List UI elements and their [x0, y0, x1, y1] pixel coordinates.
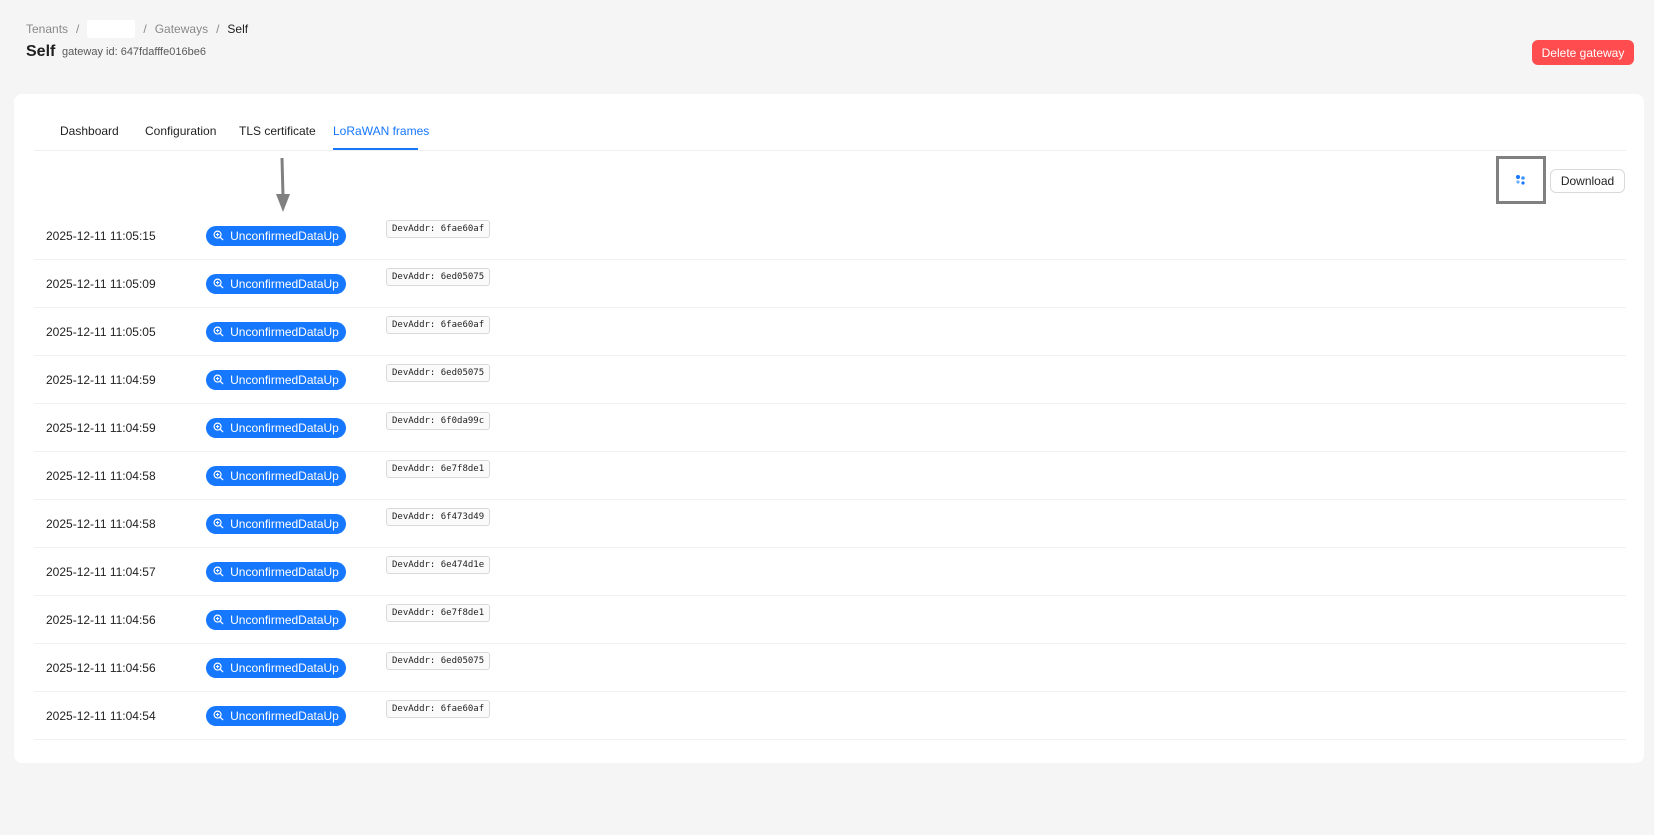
- breadcrumb-tenant-name[interactable]: [87, 20, 136, 38]
- frame-type-button[interactable]: UnconfirmedDataUp: [206, 657, 346, 678]
- frame-row: 2025-12-11 11:04:59 UnconfirmedDataUp DevA…: [34, 356, 1626, 404]
- frame-row: 2025-12-11 11:05:05 UnconfirmedDataUp DevA…: [34, 308, 1626, 356]
- zoom-in-icon: [213, 662, 224, 673]
- frame-type-button[interactable]: UnconfirmedDataUp: [206, 513, 346, 534]
- frame-time: 2025-12-11 11:04:56: [46, 660, 156, 675]
- frame-time: 2025-12-11 11:05:15: [46, 228, 156, 243]
- devaddr-tag: DevAddr: 6f0da99c: [386, 412, 491, 430]
- frame-time: 2025-12-11 11:04:58: [46, 468, 156, 483]
- breadcrumb-separator: /: [143, 22, 147, 36]
- zoom-in-icon: [213, 374, 224, 385]
- devaddr-tag: DevAddr: 6e474d1e: [386, 556, 491, 574]
- devaddr-tag: DevAddr: 6ed05075: [386, 652, 491, 670]
- devaddr-tag: DevAddr: 6fae60af: [386, 316, 491, 334]
- zoom-in-icon: [213, 326, 224, 337]
- frame-time: 2025-12-11 11:04:59: [46, 372, 156, 387]
- download-button[interactable]: Download: [1550, 169, 1625, 193]
- frame-row: 2025-12-11 11:04:56 UnconfirmedDataUp DevA…: [34, 596, 1626, 644]
- devaddr-tag: DevAddr: 6e7f8de1: [386, 460, 491, 478]
- frame-row: 2025-12-11 11:04:56 UnconfirmedDataUp DevA…: [34, 644, 1626, 692]
- frame-type-label: UnconfirmedDataUp: [230, 468, 339, 483]
- page-title: Self: [26, 43, 56, 60]
- gateway-card: Dashboard Configuration TLS certificate …: [14, 94, 1644, 763]
- frame-type-label: UnconfirmedDataUp: [230, 324, 339, 339]
- frame-type-button[interactable]: UnconfirmedDataUp: [206, 609, 346, 630]
- zoom-in-icon: [213, 710, 224, 721]
- frame-type-label: UnconfirmedDataUp: [230, 276, 339, 291]
- frame-type-button[interactable]: UnconfirmedDataUp: [206, 465, 346, 486]
- frame-row: 2025-12-11 11:04:59 UnconfirmedDataUp DevA…: [34, 404, 1626, 452]
- frame-time: 2025-12-11 11:04:59: [46, 420, 156, 435]
- frame-type-button[interactable]: UnconfirmedDataUp: [206, 417, 346, 438]
- frame-time: 2025-12-11 11:05:09: [46, 276, 156, 291]
- frame-type-label: UnconfirmedDataUp: [230, 708, 339, 723]
- devaddr-tag: DevAddr: 6fae60af: [386, 220, 491, 238]
- devaddr-tag: DevAddr: 6e7f8de1: [386, 604, 491, 622]
- frames-list: 2025-12-11 11:05:15 UnconfirmedDataUp DevA…: [34, 212, 1626, 740]
- frame-time: 2025-12-11 11:04:57: [46, 564, 156, 579]
- zoom-in-icon: [213, 470, 224, 481]
- devaddr-tag: DevAddr: 6ed05075: [386, 364, 491, 382]
- frame-row: 2025-12-11 11:05:15 UnconfirmedDataUp DevA…: [34, 212, 1626, 260]
- frame-type-button[interactable]: UnconfirmedDataUp: [206, 273, 346, 294]
- zoom-in-icon: [213, 422, 224, 433]
- annotation-arrow-icon: [276, 158, 290, 212]
- frame-row: 2025-12-11 11:04:54 UnconfirmedDataUp DevA…: [34, 692, 1626, 740]
- devaddr-tag: DevAddr: 6fae60af: [386, 700, 491, 718]
- tab-dashboard[interactable]: Dashboard: [60, 124, 119, 138]
- zoom-in-icon: [213, 278, 224, 289]
- breadcrumb-gateways[interactable]: Gateways: [155, 22, 208, 36]
- zoom-in-icon: [213, 566, 224, 577]
- devaddr-tag: DevAddr: 6ed05075: [386, 268, 491, 286]
- breadcrumb: Tenants / / Gateways / Self: [26, 20, 248, 38]
- gateway-id: gateway id: 647fdafffe016be6: [62, 46, 206, 58]
- tab-lorawan-frames[interactable]: LoRaWAN frames: [333, 124, 429, 138]
- breadcrumb-current: Self: [227, 22, 249, 36]
- frame-type-button[interactable]: UnconfirmedDataUp: [206, 705, 346, 726]
- refresh-button[interactable]: [1496, 156, 1546, 204]
- frame-type-label: UnconfirmedDataUp: [230, 660, 339, 675]
- breadcrumb-tenants[interactable]: Tenants: [26, 22, 68, 36]
- frame-type-label: UnconfirmedDataUp: [230, 372, 339, 387]
- frame-time: 2025-12-11 11:04:56: [46, 612, 156, 627]
- frame-time: 2025-12-11 11:04:54: [46, 708, 156, 723]
- frame-row: 2025-12-11 11:05:09 UnconfirmedDataUp DevA…: [34, 260, 1626, 308]
- frame-type-label: UnconfirmedDataUp: [230, 612, 339, 627]
- tab-bar: Dashboard Configuration TLS certificate …: [34, 94, 1626, 151]
- delete-gateway-button[interactable]: Delete gateway: [1532, 40, 1634, 65]
- frame-row: 2025-12-11 11:04:58 UnconfirmedDataUp DevA…: [34, 500, 1626, 548]
- frame-type-button[interactable]: UnconfirmedDataUp: [206, 369, 346, 390]
- frame-type-button[interactable]: UnconfirmedDataUp: [206, 225, 346, 246]
- frame-type-button[interactable]: UnconfirmedDataUp: [206, 321, 346, 342]
- zoom-in-icon: [213, 518, 224, 529]
- breadcrumb-separator: /: [216, 22, 220, 36]
- frame-row: 2025-12-11 11:04:58 UnconfirmedDataUp DevA…: [34, 452, 1626, 500]
- devaddr-tag: DevAddr: 6f473d49: [386, 508, 491, 526]
- zoom-in-icon: [213, 230, 224, 241]
- breadcrumb-separator: /: [76, 22, 80, 36]
- active-tab-indicator: [333, 148, 418, 150]
- frame-type-label: UnconfirmedDataUp: [230, 228, 339, 243]
- tab-tls-certificate[interactable]: TLS certificate: [239, 124, 316, 138]
- loading-dots-icon: [1516, 175, 1525, 185]
- frame-type-button[interactable]: UnconfirmedDataUp: [206, 561, 346, 582]
- tab-configuration[interactable]: Configuration: [145, 124, 216, 138]
- frame-time: 2025-12-11 11:04:58: [46, 516, 156, 531]
- frame-type-label: UnconfirmedDataUp: [230, 516, 339, 531]
- frame-type-label: UnconfirmedDataUp: [230, 420, 339, 435]
- frame-row: 2025-12-11 11:04:57 UnconfirmedDataUp DevA…: [34, 548, 1626, 596]
- zoom-in-icon: [213, 614, 224, 625]
- frame-time: 2025-12-11 11:05:05: [46, 324, 156, 339]
- frame-type-label: UnconfirmedDataUp: [230, 564, 339, 579]
